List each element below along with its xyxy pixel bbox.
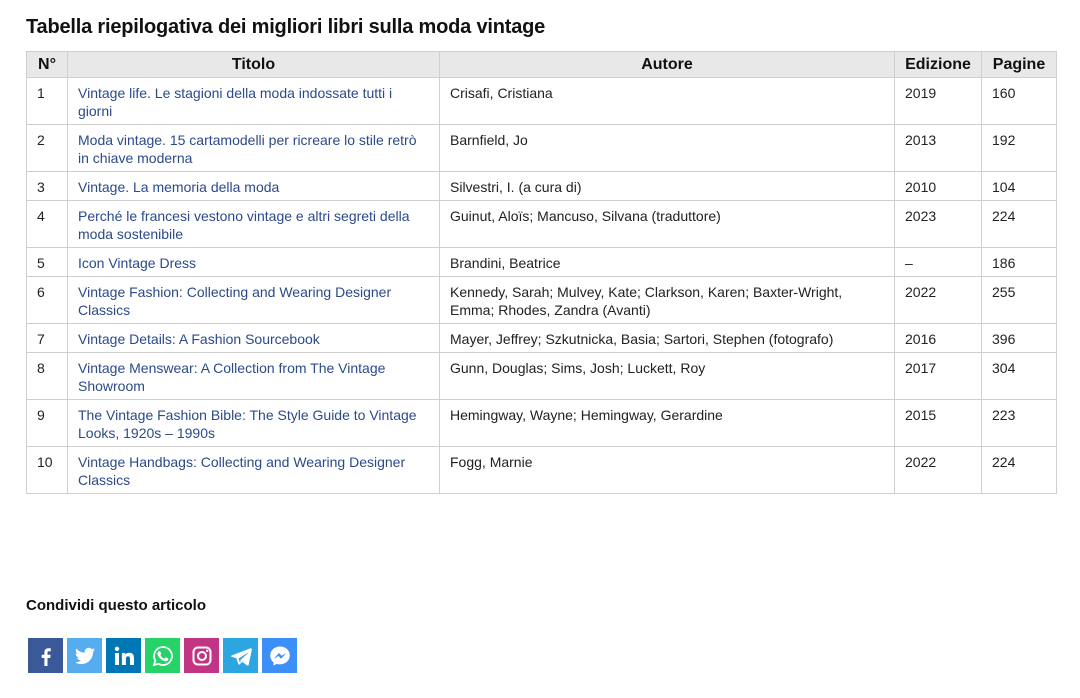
- row-author: Kennedy, Sarah; Mulvey, Kate; Clarkson, …: [439, 276, 895, 324]
- book-title-link[interactable]: Vintage. La memoria della moda: [78, 179, 279, 195]
- share-buttons: [28, 638, 297, 673]
- table-row: 1 Vintage life. Le stagioni della moda i…: [26, 77, 1057, 125]
- row-num: 3: [26, 171, 68, 201]
- table-body: 1 Vintage life. Le stagioni della moda i…: [26, 77, 1057, 494]
- book-title-link[interactable]: Vintage Details: A Fashion Sourcebook: [78, 331, 320, 347]
- row-num: 6: [26, 276, 68, 324]
- book-title-link[interactable]: Perché le francesi vestono vintage e alt…: [78, 208, 410, 242]
- linkedin-icon: [114, 646, 134, 665]
- table-row: 3 Vintage. La memoria della moda Silvest…: [26, 171, 1057, 201]
- row-num: 7: [26, 323, 68, 353]
- row-author: Barnfield, Jo: [439, 124, 895, 172]
- row-edition: 2016: [894, 323, 982, 353]
- table-row: 6 Vintage Fashion: Collecting and Wearin…: [26, 276, 1057, 324]
- table-row: 5 Icon Vintage Dress Brandini, Beatrice …: [26, 247, 1057, 277]
- row-title-cell: Moda vintage. 15 cartamodelli per ricrea…: [67, 124, 440, 172]
- book-title-link[interactable]: Vintage Handbags: Collecting and Wearing…: [78, 454, 405, 488]
- instagram-icon: [192, 646, 211, 665]
- row-title-cell: Vintage Menswear: A Collection from The …: [67, 352, 440, 400]
- share-linkedin-button[interactable]: [106, 638, 141, 673]
- row-title-cell: Vintage Handbags: Collecting and Wearing…: [67, 446, 440, 494]
- row-author: Mayer, Jeffrey; Szkutnicka, Basia; Sarto…: [439, 323, 895, 353]
- row-title-cell: Vintage life. Le stagioni della moda ind…: [67, 77, 440, 125]
- col-header-author: Autore: [439, 51, 895, 78]
- book-title-link[interactable]: Vintage Fashion: Collecting and Wearing …: [78, 284, 391, 318]
- share-facebook-button[interactable]: [28, 638, 63, 673]
- article-section: Tabella riepilogativa dei migliori libri…: [0, 0, 1080, 698]
- row-pages: 192: [981, 124, 1057, 172]
- row-num: 2: [26, 124, 68, 172]
- row-title-cell: Perché le francesi vestono vintage e alt…: [67, 200, 440, 248]
- row-num: 8: [26, 352, 68, 400]
- row-pages: 255: [981, 276, 1057, 324]
- book-title-link[interactable]: Icon Vintage Dress: [78, 255, 196, 271]
- share-instagram-button[interactable]: [184, 638, 219, 673]
- table-row: 9 The Vintage Fashion Bible: The Style G…: [26, 399, 1057, 447]
- row-edition: 2015: [894, 399, 982, 447]
- row-edition: 2022: [894, 276, 982, 324]
- row-pages: 104: [981, 171, 1057, 201]
- share-telegram-button[interactable]: [223, 638, 258, 673]
- row-title-cell: Vintage Details: A Fashion Sourcebook: [67, 323, 440, 353]
- row-author: Gunn, Douglas; Sims, Josh; Luckett, Roy: [439, 352, 895, 400]
- row-num: 4: [26, 200, 68, 248]
- book-title-link[interactable]: Vintage Menswear: A Collection from The …: [78, 360, 385, 394]
- books-table: N° Titolo Autore Edizione Pagine 1 Vinta…: [26, 51, 1057, 494]
- col-header-pages: Pagine: [981, 51, 1057, 78]
- twitter-icon: [74, 647, 95, 664]
- table-row: 4 Perché le francesi vestono vintage e a…: [26, 200, 1057, 248]
- row-num: 10: [26, 446, 68, 494]
- row-title-cell: Icon Vintage Dress: [67, 247, 440, 277]
- row-pages: 160: [981, 77, 1057, 125]
- row-edition: 2017: [894, 352, 982, 400]
- row-author: Hemingway, Wayne; Hemingway, Gerardine: [439, 399, 895, 447]
- row-pages: 304: [981, 352, 1057, 400]
- row-author: Fogg, Marnie: [439, 446, 895, 494]
- book-title-link[interactable]: The Vintage Fashion Bible: The Style Gui…: [78, 407, 417, 441]
- row-author: Silvestri, I. (a cura di): [439, 171, 895, 201]
- row-edition: 2022: [894, 446, 982, 494]
- row-pages: 186: [981, 247, 1057, 277]
- row-title-cell: Vintage Fashion: Collecting and Wearing …: [67, 276, 440, 324]
- row-edition: 2010: [894, 171, 982, 201]
- row-title-cell: The Vintage Fashion Bible: The Style Gui…: [67, 399, 440, 447]
- row-edition: 2023: [894, 200, 982, 248]
- facebook-icon: [41, 647, 51, 666]
- row-pages: 224: [981, 446, 1057, 494]
- table-heading: Tabella riepilogativa dei migliori libri…: [26, 16, 546, 38]
- col-header-title: Titolo: [67, 51, 440, 78]
- row-pages: 223: [981, 399, 1057, 447]
- table-row: 7 Vintage Details: A Fashion Sourcebook …: [26, 323, 1057, 353]
- row-author: Brandini, Beatrice: [439, 247, 895, 277]
- col-header-edition: Edizione: [894, 51, 982, 78]
- row-pages: 396: [981, 323, 1057, 353]
- messenger-icon: [269, 646, 290, 666]
- telegram-icon: [230, 647, 252, 666]
- table-row: 2 Moda vintage. 15 cartamodelli per ricr…: [26, 124, 1057, 172]
- row-edition: –: [894, 247, 982, 277]
- table-row: 10 Vintage Handbags: Collecting and Wear…: [26, 446, 1057, 494]
- share-whatsapp-button[interactable]: [145, 638, 180, 673]
- share-twitter-button[interactable]: [67, 638, 102, 673]
- table-row: 8 Vintage Menswear: A Collection from Th…: [26, 352, 1057, 400]
- row-edition: 2013: [894, 124, 982, 172]
- book-title-link[interactable]: Vintage life. Le stagioni della moda ind…: [78, 85, 392, 119]
- table-header-row: N° Titolo Autore Edizione Pagine: [26, 51, 1057, 78]
- whatsapp-icon: [152, 645, 173, 666]
- share-heading: Condividi questo articolo: [26, 597, 207, 614]
- row-num: 5: [26, 247, 68, 277]
- book-title-link[interactable]: Moda vintage. 15 cartamodelli per ricrea…: [78, 132, 417, 166]
- col-header-num: N°: [26, 51, 68, 78]
- row-edition: 2019: [894, 77, 982, 125]
- row-num: 9: [26, 399, 68, 447]
- share-messenger-button[interactable]: [262, 638, 297, 673]
- row-pages: 224: [981, 200, 1057, 248]
- row-title-cell: Vintage. La memoria della moda: [67, 171, 440, 201]
- row-author: Crisafi, Cristiana: [439, 77, 895, 125]
- row-author: Guinut, Aloïs; Mancuso, Silvana (tradutt…: [439, 200, 895, 248]
- row-num: 1: [26, 77, 68, 125]
